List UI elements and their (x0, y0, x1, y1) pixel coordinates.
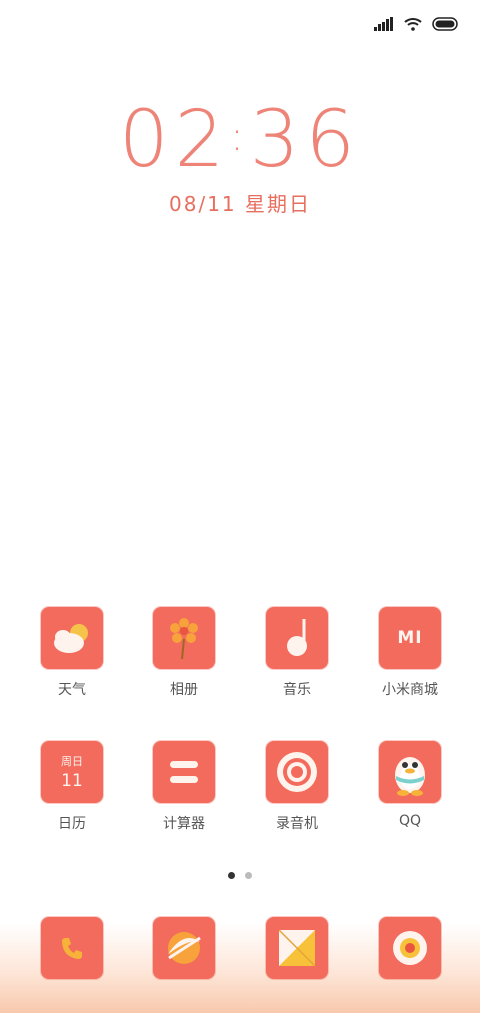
app-recorder[interactable]: 录音机 (242, 741, 352, 833)
lock-clock: 02:36 (0, 95, 480, 185)
status-bar (0, 0, 480, 50)
browser-icon (153, 917, 215, 979)
page-dot[interactable] (245, 872, 252, 879)
app-label-qq: QQ (398, 813, 422, 829)
app-label-music: 音乐 (283, 682, 311, 698)
page-dot-active[interactable] (228, 872, 235, 879)
messages-icon (266, 917, 328, 979)
weather-icon (41, 607, 103, 669)
calendar-weekday: 周日 (61, 755, 83, 768)
calendar-day: 11 (61, 771, 83, 791)
music-icon (266, 607, 328, 669)
gallery-icon (153, 607, 215, 669)
page-indicator[interactable] (0, 872, 480, 879)
clock-minutes: 36 (249, 95, 361, 185)
app-music[interactable]: 音乐 (242, 607, 352, 699)
app-label-calendar: 日历 (58, 816, 86, 832)
calculator-icon (153, 741, 215, 803)
app-calculator[interactable]: 计算器 (129, 741, 239, 833)
battery-icon (432, 16, 460, 35)
app-gallery[interactable]: 相册 (129, 607, 239, 699)
app-label-weather: 天气 (58, 682, 86, 698)
dock-browser[interactable] (129, 917, 239, 979)
clock-separator: : (230, 114, 250, 160)
qq-icon (379, 741, 441, 803)
camera-icon (379, 917, 441, 979)
wifi-icon (404, 16, 422, 35)
app-calendar[interactable]: 周日 11 日历 (17, 741, 127, 833)
dock-messages[interactable] (242, 917, 352, 979)
app-weather[interactable]: 天气 (17, 607, 127, 699)
mi-store-icon: MI (379, 607, 441, 669)
mi-logo: MI (397, 628, 423, 648)
app-label-gallery: 相册 (170, 682, 198, 698)
dock-phone[interactable] (17, 917, 127, 979)
app-mi-store[interactable]: MI 小米商城 (355, 607, 465, 699)
signal-icon (374, 16, 394, 35)
app-qq[interactable]: QQ (355, 741, 465, 829)
calendar-icon: 周日 11 (41, 741, 103, 803)
clock-hours: 02 (118, 95, 231, 185)
app-label-mi-store: 小米商城 (382, 682, 438, 698)
app-label-calculator: 计算器 (163, 816, 205, 832)
recorder-icon (266, 741, 328, 803)
app-label-recorder: 录音机 (276, 816, 318, 832)
dock-camera[interactable] (355, 917, 465, 979)
phone-icon (41, 917, 103, 979)
lock-date: 08/11 星期日 (169, 192, 311, 216)
